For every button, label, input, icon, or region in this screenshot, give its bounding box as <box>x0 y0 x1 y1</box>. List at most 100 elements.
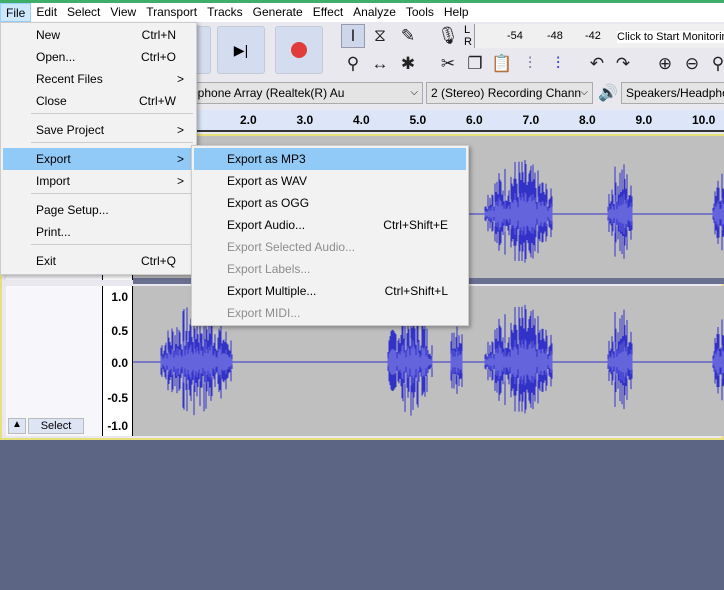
recording-meter[interactable]: -54 -48 -42 Click to Start Monitoring <box>474 24 724 48</box>
menu-item-label: Open... <box>36 50 76 64</box>
chevron-down-icon: ⌵ <box>580 87 588 98</box>
menu-separator <box>31 113 193 114</box>
menu-bar: File Edit Select View Transport Tracks G… <box>0 3 724 22</box>
ruler-label: 2.0 <box>240 113 257 127</box>
output-device-select[interactable]: Speakers/Headphones <box>621 82 724 104</box>
input-device-select[interactable]: ophone Array (Realtek(R) Au ⌵ <box>186 82 423 104</box>
file-menu-item-import[interactable]: Import > <box>3 170 194 192</box>
menu-separator <box>31 193 193 194</box>
paste-icon[interactable]: 📋 <box>490 52 514 76</box>
microphone-icon[interactable]: 🎙 <box>436 24 460 48</box>
zoom-in-icon[interactable]: ⊕ <box>653 52 677 76</box>
menu-item-label: Save Project <box>36 123 105 137</box>
zoom-tool-icon[interactable]: ⚲ <box>341 52 365 76</box>
fit-selection-icon[interactable]: ⚲ <box>706 52 724 76</box>
menu-transport[interactable]: Transport <box>141 3 202 22</box>
menu-item-label: Export as WAV <box>227 174 308 188</box>
menu-file[interactable]: File <box>0 3 32 22</box>
menu-item-shortcut: Ctrl+Shift+L <box>384 284 448 298</box>
timeshift-tool-icon[interactable]: ↔ <box>368 52 392 76</box>
meter-tick: -48 <box>547 30 563 42</box>
scale-label: 0.5 <box>111 324 128 338</box>
export-menu-item-export-labels[interactable]: Export Labels... <box>194 258 466 280</box>
file-menu: New Ctrl+N Open... Ctrl+O Recent Files > Close… <box>0 22 197 275</box>
cut-icon[interactable]: ✂ <box>436 52 460 76</box>
menu-item-shortcut: Ctrl+O <box>140 50 176 64</box>
scale-label: 1.0 <box>111 290 128 304</box>
menu-separator <box>31 142 193 143</box>
export-menu-item-export-as-mp3[interactable]: Export as MP3 <box>194 148 466 170</box>
chevron-right-icon: > <box>176 152 184 166</box>
chevron-down-icon: ⌵ <box>410 87 418 98</box>
meter-tick: -54 <box>507 30 523 42</box>
menu-item-label: Export Labels... <box>227 262 311 276</box>
file-menu-item-page-setup[interactable]: Page Setup... <box>3 199 194 221</box>
menu-effect[interactable]: Effect <box>308 3 348 22</box>
track-control-panel: ▲ Select <box>6 286 103 436</box>
menu-item-label: Exit <box>36 254 57 268</box>
collapse-track-button[interactable]: ▲ <box>8 418 26 434</box>
trim-icon[interactable]: ⫶ <box>518 52 542 76</box>
menu-view[interactable]: View <box>105 3 141 22</box>
chevron-right-icon: > <box>176 123 184 137</box>
menu-item-label: Close <box>36 94 67 108</box>
export-menu-item-export-multiple[interactable]: Export Multiple... Ctrl+Shift+L <box>194 280 466 302</box>
start-monitoring-label[interactable]: Click to Start Monitoring <box>617 31 724 43</box>
menu-analyze[interactable]: Analyze <box>348 3 401 22</box>
redo-icon[interactable]: ↷ <box>611 52 635 76</box>
menu-item-label: Export Multiple... <box>227 284 317 298</box>
record-icon <box>291 42 307 58</box>
menu-select[interactable]: Select <box>62 3 105 22</box>
channels-value: 2 (Stereo) Recording Chann <box>431 86 582 100</box>
zoom-out-icon[interactable]: ⊖ <box>680 52 704 76</box>
menu-tracks[interactable]: Tracks <box>202 3 248 22</box>
silence-icon[interactable]: ⫶ <box>546 52 570 76</box>
menu-item-label: Import <box>36 174 71 188</box>
scale-label: -0.5 <box>107 391 128 405</box>
skip-end-icon: ▶| <box>233 41 249 58</box>
channels-select[interactable]: 2 (Stereo) Recording Chann ⌵ <box>426 82 593 104</box>
record-button[interactable] <box>275 26 323 74</box>
menu-item-label: Export Selected Audio... <box>227 240 356 254</box>
draw-tool-icon[interactable]: ✎ <box>396 24 420 48</box>
timeline-ruler[interactable]: 2.0 3.0 4.0 5.0 6.0 7.0 8.0 9.0 10.0 <box>130 110 724 132</box>
ruler-label: 3.0 <box>296 113 314 127</box>
file-menu-item-new[interactable]: New Ctrl+N <box>3 24 194 46</box>
file-menu-item-recent-files[interactable]: Recent Files > <box>3 68 194 90</box>
file-menu-item-export[interactable]: Export > <box>3 148 194 170</box>
copy-icon[interactable]: ❐ <box>463 52 487 76</box>
export-menu-item-export-midi[interactable]: Export MIDI... <box>194 302 466 324</box>
chevron-right-icon: > <box>176 174 184 188</box>
file-menu-item-exit[interactable]: Exit Ctrl+Q <box>3 250 194 272</box>
menu-help[interactable]: Help <box>439 3 474 22</box>
ruler-label: 7.0 <box>522 113 540 127</box>
ruler-label: 6.0 <box>466 113 483 127</box>
ruler-label: 10.0 <box>692 113 716 127</box>
menu-tools[interactable]: Tools <box>401 3 439 22</box>
envelope-tool-icon[interactable]: ⧖ <box>368 24 392 48</box>
menu-separator <box>31 244 193 245</box>
menu-item-label: Export as MP3 <box>227 152 306 166</box>
file-menu-item-open[interactable]: Open... Ctrl+O <box>3 46 194 68</box>
menu-edit[interactable]: Edit <box>31 3 62 22</box>
skip-end-button[interactable]: ▶| <box>217 26 265 74</box>
chevron-right-icon: > <box>176 72 184 86</box>
export-menu-item-export-audio[interactable]: Export Audio... Ctrl+Shift+E <box>194 214 466 236</box>
undo-icon[interactable]: ↶ <box>585 52 609 76</box>
multi-tool-icon[interactable]: ✱ <box>396 52 420 76</box>
menu-generate[interactable]: Generate <box>248 3 308 22</box>
file-menu-item-save-project[interactable]: Save Project > <box>3 119 194 141</box>
input-device-value: ophone Array (Realtek(R) Au <box>191 86 345 100</box>
select-track-button[interactable]: Select <box>28 418 84 434</box>
file-menu-item-close[interactable]: Close Ctrl+W <box>3 90 194 112</box>
menu-item-shortcut: Ctrl+Q <box>140 254 176 268</box>
selection-tool-icon[interactable]: I <box>341 24 365 48</box>
scale-label: -1.0 <box>107 419 128 433</box>
ruler-label: 8.0 <box>579 113 596 127</box>
export-menu-item-export-selected-audio[interactable]: Export Selected Audio... <box>194 236 466 258</box>
meter-tick: -42 <box>585 30 601 42</box>
export-menu-item-export-as-ogg[interactable]: Export as OGG <box>194 192 466 214</box>
menu-item-label: Page Setup... <box>36 203 109 217</box>
export-menu-item-export-as-wav[interactable]: Export as WAV <box>194 170 466 192</box>
file-menu-item-print[interactable]: Print... <box>3 221 194 243</box>
